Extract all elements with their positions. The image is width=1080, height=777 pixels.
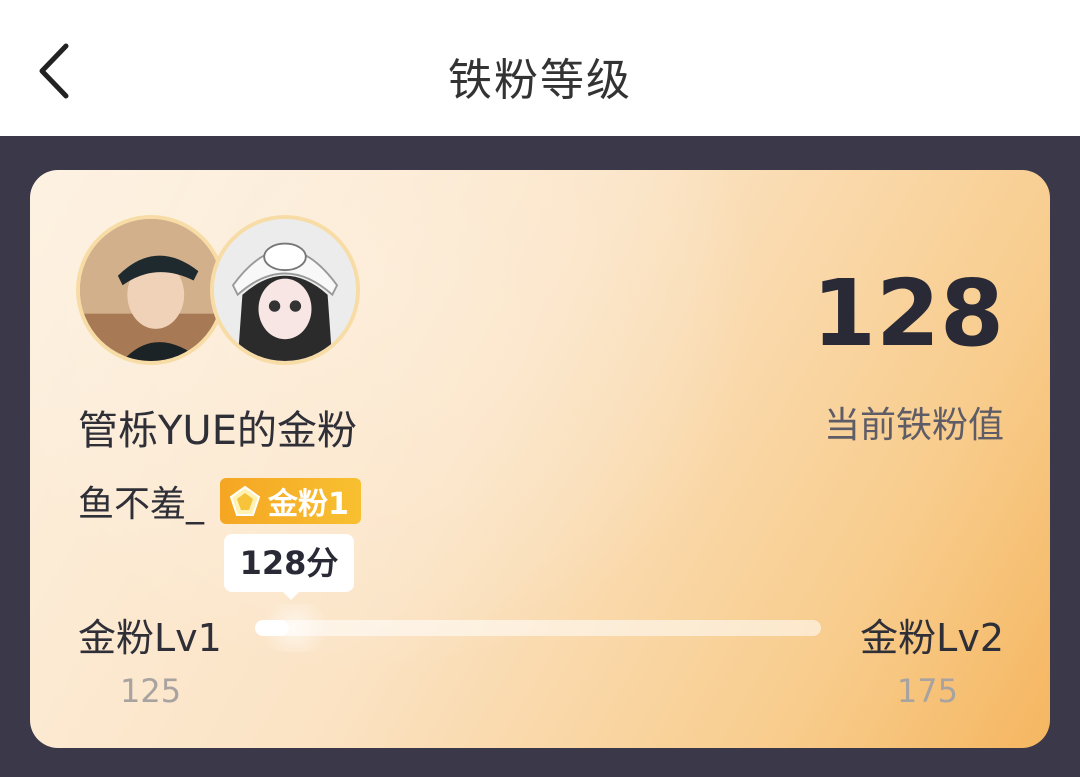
level-min-value: 125 bbox=[120, 672, 182, 710]
fan-level-card: 管栎YUE的金粉 鱼不羞_ 金粉1 128 当前铁粉值 128分 金粉Lv1 金… bbox=[30, 170, 1050, 748]
current-level-label: 金粉Lv1 bbox=[78, 616, 222, 660]
top-bar: 铁粉等级 bbox=[0, 0, 1080, 136]
user-info-row: 鱼不羞_ 金粉1 bbox=[78, 478, 361, 525]
badge-label: 金粉1 bbox=[268, 487, 349, 522]
idol-avatar[interactable] bbox=[76, 215, 226, 365]
fan-group-name: 管栎YUE的金粉 bbox=[78, 408, 357, 454]
level-max-value: 175 bbox=[896, 672, 958, 710]
current-score-label: 当前铁粉值 bbox=[823, 405, 1004, 446]
user-name: 鱼不羞_ bbox=[78, 484, 205, 525]
tooltip-arrow bbox=[281, 590, 301, 600]
fan-level-badge: 金粉1 bbox=[220, 478, 361, 524]
progress-fill bbox=[255, 620, 289, 636]
gem-icon bbox=[229, 485, 261, 516]
next-level-label: 金粉Lv2 bbox=[860, 616, 1004, 660]
current-score: 128 bbox=[811, 260, 1004, 367]
user-avatar[interactable] bbox=[210, 215, 360, 365]
score-tooltip: 128分 bbox=[224, 534, 354, 592]
progress-track bbox=[255, 604, 821, 652]
page-title: 铁粉等级 bbox=[448, 55, 632, 106]
